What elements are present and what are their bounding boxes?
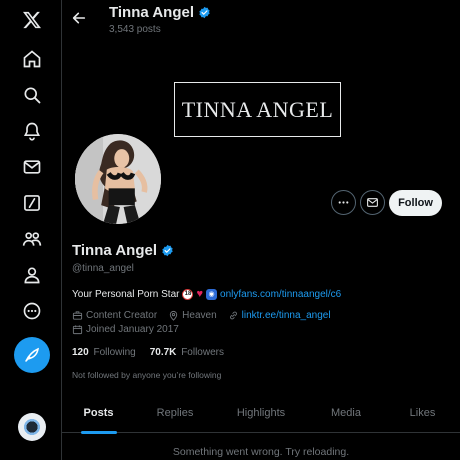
search-icon[interactable]: [14, 77, 50, 113]
profile-meta-row-1: Content Creator Heaven linktr.ee/tinna_a…: [72, 310, 339, 321]
compose-post-button[interactable]: [14, 337, 50, 373]
no-under-18-emoji: 18: [182, 288, 194, 300]
profile-meta-row-2: Joined January 2017: [72, 324, 187, 335]
onlyfans-emoji: ◉: [206, 288, 218, 300]
profile-avatar[interactable]: [72, 131, 164, 227]
communities-icon[interactable]: [14, 221, 50, 257]
tab-media-label: Media: [331, 407, 361, 419]
home-icon[interactable]: [14, 41, 50, 77]
verified-badge-icon[interactable]: [161, 244, 174, 257]
briefcase-icon: [72, 311, 83, 320]
bio-text: Your Personal Porn Star: [72, 288, 180, 300]
profile-name-text: Tinna Angel: [72, 242, 158, 259]
tab-posts[interactable]: Posts: [62, 393, 135, 434]
arrow-left-icon: [72, 12, 86, 24]
profile-tabs: Posts Replies Highlights Media Likes: [62, 393, 460, 434]
joined-text: Joined January 2017: [86, 324, 179, 335]
tab-highlights[interactable]: Highlights: [215, 393, 307, 433]
more-icon[interactable]: [14, 293, 50, 329]
bio-link[interactable]: onlyfans.com/tinnaangel/c6: [220, 289, 341, 300]
profile-bio: Your Personal Porn Star 18 ♥ ◉ onlyfans.…: [72, 288, 341, 300]
website-item: linktr.ee/tinna_angel: [228, 310, 331, 321]
banner-text: TINNA ANGEL: [181, 96, 334, 122]
calendar-icon: [72, 325, 83, 335]
tab-posts-label: Posts: [83, 407, 114, 419]
red-heart-emoji: ♥: [196, 288, 204, 300]
link-icon: [229, 311, 237, 320]
category-item: Content Creator: [72, 310, 157, 321]
account-avatar[interactable]: [18, 413, 46, 441]
active-tab-indicator: [80, 431, 117, 434]
followers-label: Followers: [181, 347, 224, 358]
error-message: Something went wrong. Try reloading.: [172, 446, 350, 458]
notifications-icon[interactable]: [14, 113, 50, 149]
more-options-button[interactable]: [331, 190, 356, 215]
x-logo-icon[interactable]: [14, 2, 50, 38]
joined-item: Joined January 2017: [72, 324, 179, 335]
profile-name: Tinna Angel: [72, 242, 174, 259]
tab-media[interactable]: Media: [307, 393, 385, 433]
location-pin-icon: [169, 310, 178, 321]
grok-icon[interactable]: [14, 185, 50, 221]
website-link[interactable]: linktr.ee/tinna_angel: [242, 310, 331, 321]
header-post-count: 3,543 posts: [109, 24, 161, 35]
category-text: Content Creator: [86, 310, 158, 321]
verified-badge-icon: [199, 6, 210, 19]
profile-icon[interactable]: [14, 257, 50, 293]
not-followed-note: Not followed by anyone you’re following: [72, 370, 222, 380]
tab-replies-label: Replies: [156, 407, 194, 419]
avatar-photo: [75, 134, 161, 224]
banner-logo-box: TINNA ANGEL: [174, 82, 341, 137]
header-name: Tinna Angel: [109, 4, 195, 21]
following-count: 120: [72, 347, 89, 358]
back-button[interactable]: [68, 7, 90, 29]
tab-replies[interactable]: Replies: [135, 393, 215, 433]
message-button[interactable]: [360, 190, 385, 215]
left-nav: [0, 0, 62, 460]
location-text: Heaven: [182, 310, 217, 321]
tab-likes[interactable]: Likes: [385, 393, 460, 433]
messages-icon[interactable]: [14, 149, 50, 185]
following-label: Following: [93, 347, 136, 358]
follow-button[interactable]: Follow: [389, 190, 442, 216]
following-link[interactable]: 120 Following: [72, 347, 136, 358]
profile-handle: @tinna_angel: [72, 263, 134, 274]
followers-link[interactable]: 70.7K Followers: [150, 347, 224, 358]
ellipsis-icon: [338, 201, 349, 204]
tab-highlights-label: Highlights: [236, 407, 286, 419]
feather-icon: [25, 347, 39, 362]
envelope-icon: [367, 198, 378, 207]
tab-likes-label: Likes: [409, 407, 436, 419]
followers-count: 70.7K: [149, 347, 177, 358]
location-item: Heaven: [168, 310, 217, 321]
follow-counts: 120 Following 70.7K Followers: [72, 347, 224, 358]
header-title: Tinna Angel: [109, 4, 211, 21]
